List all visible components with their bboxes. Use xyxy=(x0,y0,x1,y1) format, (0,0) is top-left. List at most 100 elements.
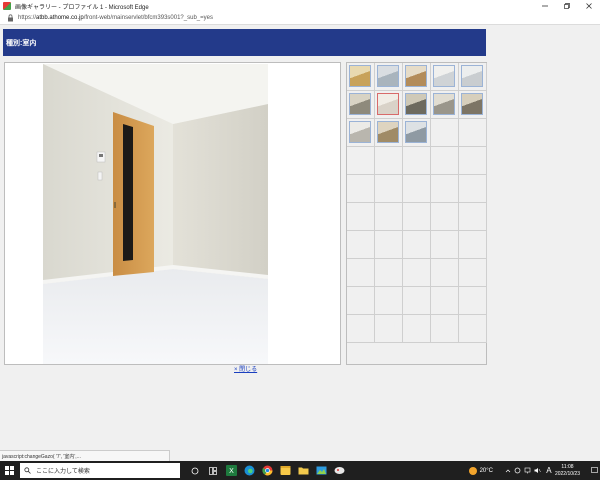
url-text: https://atbb.athome.co.jp/front-web/main… xyxy=(18,15,213,21)
thumbnail-image[interactable] xyxy=(377,121,399,143)
thumbnail-cell xyxy=(431,175,459,203)
category-title: 種別:室内 xyxy=(6,39,37,47)
thumbnail-cell xyxy=(403,147,431,175)
system-tray: 20°C A 11:08 2022/10/23 xyxy=(468,461,600,480)
chrome-icon xyxy=(261,465,272,476)
thumbnail-cell[interactable] xyxy=(403,91,431,119)
excel-icon: X xyxy=(225,465,237,476)
thumbnail-cell xyxy=(459,287,487,315)
thumbnail-cell xyxy=(431,259,459,287)
weather-widget[interactable]: 20°C xyxy=(468,466,493,475)
restore-icon xyxy=(564,3,570,9)
thumbnail-cell xyxy=(375,315,403,343)
address-bar[interactable]: https://atbb.athome.co.jp/front-web/main… xyxy=(0,12,600,25)
thumbnail-cell[interactable] xyxy=(347,63,375,91)
thumbnail-image[interactable] xyxy=(349,93,371,115)
window-controls xyxy=(534,0,600,12)
thumbnail-cell xyxy=(459,203,487,231)
photos-taskbar-button[interactable] xyxy=(312,461,330,480)
thumbnail-cell[interactable] xyxy=(375,91,403,119)
widgets-icon xyxy=(209,466,217,475)
thumbnail-cell xyxy=(431,147,459,175)
thumbnail-image[interactable] xyxy=(433,65,455,87)
close-link[interactable]: × 閉じる xyxy=(234,364,257,373)
windows-logo-icon xyxy=(4,466,14,475)
network-icon[interactable] xyxy=(523,461,533,480)
clock-date: 2022/10/23 xyxy=(554,470,580,477)
minimize-icon xyxy=(542,5,548,7)
edge-taskbar-button[interactable] xyxy=(240,461,258,480)
thumbnail-image[interactable] xyxy=(349,121,371,143)
chrome-taskbar-button[interactable] xyxy=(258,461,276,480)
file-explorer-taskbar-button[interactable] xyxy=(294,461,312,480)
thumbnail-cell xyxy=(459,231,487,259)
sun-weather-icon xyxy=(468,466,477,475)
thumbnail-cell xyxy=(375,175,403,203)
thumbnail-cell[interactable] xyxy=(431,91,459,119)
clock[interactable]: 11:08 2022/10/23 xyxy=(555,464,580,478)
thumbnail-cell xyxy=(347,287,375,315)
url-scheme: https:// xyxy=(18,15,37,21)
sticky-notes-icon xyxy=(280,466,290,475)
notification-icon xyxy=(590,467,598,473)
status-text: javascript:changeGazo( '7', '室内',... xyxy=(2,453,81,460)
minimize-button[interactable] xyxy=(534,0,556,12)
thumbnail-image[interactable] xyxy=(377,65,399,87)
folder-icon xyxy=(298,467,308,475)
thumbnail-image[interactable] xyxy=(433,93,455,115)
thumbnail-cell[interactable] xyxy=(347,119,375,147)
start-button[interactable] xyxy=(0,461,18,480)
thumbnail-cell[interactable] xyxy=(403,119,431,147)
thumbnail-cell[interactable] xyxy=(459,91,487,119)
app-icon xyxy=(334,467,344,474)
thumbnail-image[interactable] xyxy=(349,65,371,87)
gallery-app-icon xyxy=(3,2,11,10)
thumbnail-cell xyxy=(459,119,487,147)
ime-indicator[interactable]: A xyxy=(543,461,555,480)
clock-time: 11:08 xyxy=(561,463,574,470)
excel-taskbar-button[interactable]: X xyxy=(222,461,240,480)
svg-text:X: X xyxy=(229,468,234,475)
thumbnail-cell[interactable] xyxy=(431,63,459,91)
category-header: 種別:室内 xyxy=(3,29,486,56)
thumbnail-cell xyxy=(347,203,375,231)
thumbnail-cell xyxy=(431,315,459,343)
thumbnail-cell[interactable] xyxy=(375,63,403,91)
thumbnail-cell[interactable] xyxy=(375,119,403,147)
thumbnail-cell xyxy=(347,315,375,343)
app-taskbar-button[interactable] xyxy=(330,461,348,480)
thumbnail-image[interactable] xyxy=(405,121,427,143)
chevron-up-icon[interactable] xyxy=(503,461,513,480)
taskbar-search-box[interactable]: ここに入力して検索 xyxy=(20,463,180,478)
notification-center-button[interactable] xyxy=(588,461,600,480)
thumbnail-image[interactable] xyxy=(461,65,483,87)
main-image-viewer xyxy=(4,62,341,365)
close-window-button[interactable] xyxy=(578,0,600,12)
thumbnail-image[interactable] xyxy=(405,65,427,87)
cloud-sync-icon[interactable] xyxy=(513,461,523,480)
thumbnail-cell xyxy=(375,231,403,259)
volume-icon[interactable] xyxy=(533,461,543,480)
title-bar: 画像ギャラリー - プロファイル 1 - Microsoft Edge xyxy=(0,0,600,12)
search-icon xyxy=(24,467,31,474)
thumbnail-image[interactable] xyxy=(461,93,483,115)
sticky-notes-taskbar-button[interactable] xyxy=(276,461,294,480)
search-placeholder: ここに入力して検索 xyxy=(36,469,90,475)
restore-button[interactable] xyxy=(556,0,578,12)
thumbnail-cell[interactable] xyxy=(403,63,431,91)
close-icon xyxy=(586,3,592,9)
url-domain: atbb.athome.co.jp xyxy=(36,15,84,21)
thumbnail-cell[interactable] xyxy=(347,91,375,119)
thumbnail-grid xyxy=(346,62,487,365)
window-title: 画像ギャラリー - プロファイル 1 - Microsoft Edge xyxy=(15,4,149,11)
thumbnail-cell xyxy=(459,175,487,203)
task-view-icon xyxy=(191,467,199,474)
thumbnail-image[interactable] xyxy=(405,93,427,115)
widgets-button[interactable] xyxy=(204,461,222,480)
thumbnail-cell xyxy=(403,287,431,315)
thumbnail-cell xyxy=(403,259,431,287)
thumbnail-image[interactable] xyxy=(377,93,399,115)
thumbnail-cell[interactable] xyxy=(459,63,487,91)
task-view-button[interactable] xyxy=(186,461,204,480)
thumbnail-cell xyxy=(375,259,403,287)
